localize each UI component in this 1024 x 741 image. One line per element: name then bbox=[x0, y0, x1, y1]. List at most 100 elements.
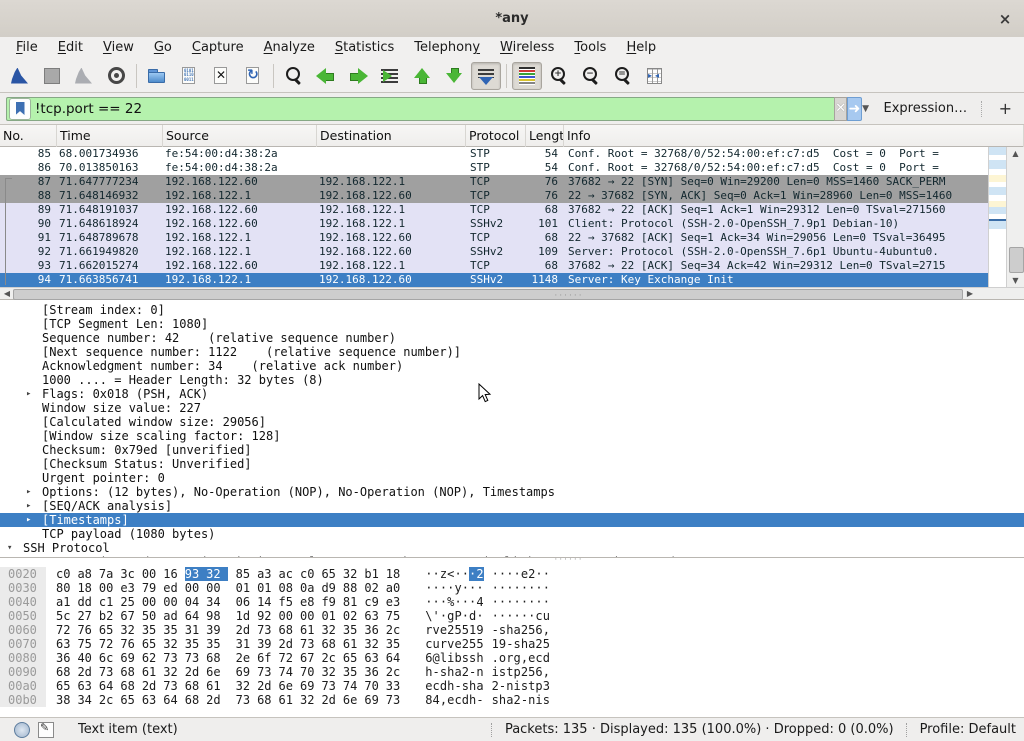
menu-analyze[interactable]: Analyze bbox=[254, 37, 325, 59]
capture-options-button[interactable] bbox=[101, 62, 131, 90]
open-file-button[interactable] bbox=[142, 62, 172, 90]
display-filter-input[interactable]: !tcp.port == 22 bbox=[6, 97, 834, 121]
hscroll-thumb[interactable] bbox=[13, 289, 963, 300]
go-back-button[interactable] bbox=[311, 62, 341, 90]
hex-row-00b0[interactable]: 00b038342c656364682d736861322d6e697384,e… bbox=[0, 693, 1024, 707]
packet-row-88[interactable]: 8871.648146932192.168.122.1192.168.122.6… bbox=[0, 189, 988, 203]
column-header-time[interactable]: Time bbox=[57, 125, 163, 147]
filter-clear-button[interactable]: ✕ bbox=[834, 97, 847, 121]
zoom-reset-button[interactable] bbox=[608, 62, 638, 90]
menu-file[interactable]: File bbox=[6, 37, 48, 59]
start-capture-button[interactable] bbox=[5, 62, 35, 90]
packet-minimap[interactable] bbox=[988, 147, 1006, 287]
expression-button[interactable]: Expression… bbox=[884, 101, 968, 116]
capture-comment-icon[interactable] bbox=[38, 722, 54, 738]
detail-line[interactable]: ▸Options: (12 bytes), No-Operation (NOP)… bbox=[0, 485, 1024, 499]
expert-info-icon[interactable] bbox=[14, 722, 30, 738]
hex-row-0070[interactable]: 0070637572766532353531392d7368613235curv… bbox=[0, 637, 1024, 651]
close-file-button[interactable] bbox=[206, 62, 236, 90]
detail-line[interactable]: ▸Flags: 0x018 (PSH, ACK) bbox=[0, 387, 1024, 401]
collapsed-icon[interactable]: ▸ bbox=[26, 555, 31, 558]
detail-line[interactable]: [Window size scaling factor: 128] bbox=[0, 429, 1024, 443]
pane-splitter-1[interactable]: ······ bbox=[552, 295, 586, 299]
title-bar[interactable]: *any × bbox=[0, 0, 1024, 38]
find-packet-button[interactable] bbox=[279, 62, 309, 90]
hex-row-0090[interactable]: 0090682d736861322d6e697374703235362ch-sh… bbox=[0, 665, 1024, 679]
detail-line[interactable]: [Next sequence number: 1122 (relative se… bbox=[0, 345, 1024, 359]
go-first-button[interactable] bbox=[407, 62, 437, 90]
detail-line[interactable]: TCP payload (1080 bytes) bbox=[0, 527, 1024, 541]
packet-row-93[interactable]: 9371.662015274192.168.122.60192.168.122.… bbox=[0, 259, 988, 273]
menu-statistics[interactable]: Statistics bbox=[325, 37, 404, 59]
vscroll-thumb[interactable] bbox=[1009, 247, 1024, 273]
packet-row-86[interactable]: 8670.013850163fe:54:00:d4:38:2aSTP54Conf… bbox=[0, 161, 988, 175]
status-profile[interactable]: Profile: Default bbox=[920, 722, 1016, 737]
menu-edit[interactable]: Edit bbox=[48, 37, 93, 59]
filter-bookmark-icon[interactable] bbox=[9, 98, 31, 120]
hex-row-0030[interactable]: 0030801800e379ed00000101080ad98802a0····… bbox=[0, 581, 1024, 595]
column-header-destination[interactable]: Destination bbox=[317, 125, 466, 147]
detail-line[interactable]: [Stream index: 0] bbox=[0, 303, 1024, 317]
detail-line[interactable]: [Calculated window size: 29056] bbox=[0, 415, 1024, 429]
packet-row-91[interactable]: 9171.648789678192.168.122.1192.168.122.6… bbox=[0, 231, 988, 245]
filter-history-dropdown-icon[interactable]: ▼ bbox=[862, 97, 870, 121]
packet-row-94[interactable]: 9471.663856741192.168.122.1192.168.122.6… bbox=[0, 273, 988, 287]
hex-row-0020[interactable]: 0020c0a87a3c0016933285a3acc06532b118··z<… bbox=[0, 567, 1024, 581]
packet-list-vscrollbar[interactable]: ▲ ▼ bbox=[1006, 147, 1024, 287]
menu-wireless[interactable]: Wireless bbox=[490, 37, 564, 59]
scroll-up-icon[interactable]: ▲ bbox=[1007, 147, 1024, 160]
filter-apply-button[interactable]: ➜ bbox=[847, 97, 861, 121]
go-forward-button[interactable] bbox=[343, 62, 373, 90]
go-to-packet-button[interactable] bbox=[375, 62, 405, 90]
packet-row-89[interactable]: 8971.648191037192.168.122.60192.168.122.… bbox=[0, 203, 988, 217]
detail-line[interactable]: ▸SSH Version 2 (encryption:chacha20-poly… bbox=[0, 555, 1024, 558]
collapsed-icon[interactable]: ▸ bbox=[26, 499, 31, 513]
packet-row-92[interactable]: 9271.661949820192.168.122.1192.168.122.6… bbox=[0, 245, 988, 259]
column-header-info[interactable]: Info bbox=[564, 125, 1024, 147]
collapsed-icon[interactable]: ▸ bbox=[26, 387, 31, 401]
detail-line[interactable]: ▸[SEQ/ACK analysis] bbox=[0, 499, 1024, 513]
column-header-no[interactable]: No. bbox=[0, 125, 57, 147]
auto-scroll-button[interactable] bbox=[471, 62, 501, 90]
packet-list-hscrollbar[interactable]: ◀ ▶ bbox=[0, 287, 1024, 300]
column-header-protocol[interactable]: Protocol bbox=[466, 125, 526, 147]
hex-row-0080[interactable]: 008036406c69627373682e6f72672c6563646@li… bbox=[0, 651, 1024, 665]
detail-line[interactable]: [TCP Segment Len: 1080] bbox=[0, 317, 1024, 331]
reload-file-button[interactable] bbox=[238, 62, 268, 90]
add-filter-button[interactable]: + bbox=[993, 99, 1018, 118]
detail-line[interactable]: Window size value: 227 bbox=[0, 401, 1024, 415]
menu-capture[interactable]: Capture bbox=[182, 37, 254, 59]
detail-line[interactable]: 1000 .... = Header Length: 32 bytes (8) bbox=[0, 373, 1024, 387]
hex-row-00a0[interactable]: 00a0656364682d736861322d6e6973747033ecdh… bbox=[0, 679, 1024, 693]
colorize-button[interactable] bbox=[512, 62, 542, 90]
hex-row-0040[interactable]: 0040a1ddc125000004340614f5e8f981c9e3···%… bbox=[0, 595, 1024, 609]
menu-help[interactable]: Help bbox=[616, 37, 666, 59]
detail-line[interactable]: Sequence number: 42 (relative sequence n… bbox=[0, 331, 1024, 345]
detail-line[interactable]: Urgent pointer: 0 bbox=[0, 471, 1024, 485]
collapsed-icon[interactable]: ▸ bbox=[26, 513, 31, 527]
detail-line[interactable]: [Checksum Status: Unverified] bbox=[0, 457, 1024, 471]
detail-line[interactable]: Checksum: 0x79ed [unverified] bbox=[0, 443, 1024, 457]
column-header-length[interactable]: Length bbox=[526, 125, 564, 147]
column-header-source[interactable]: Source bbox=[163, 125, 317, 147]
menu-go[interactable]: Go bbox=[144, 37, 182, 59]
close-icon[interactable]: × bbox=[994, 8, 1016, 30]
stop-capture-button[interactable] bbox=[37, 62, 67, 90]
packet-row-87[interactable]: 8771.647777234192.168.122.60192.168.122.… bbox=[0, 175, 988, 189]
hex-row-0050[interactable]: 00505c27b26750ad64981d92000001026375\'·g… bbox=[0, 609, 1024, 623]
menu-view[interactable]: View bbox=[93, 37, 144, 59]
menu-telephony[interactable]: Telephony bbox=[404, 37, 490, 59]
detail-line[interactable]: ▸[Timestamps] bbox=[0, 513, 1024, 527]
zoom-in-button[interactable] bbox=[544, 62, 574, 90]
detail-line[interactable]: ▾SSH Protocol bbox=[0, 541, 1024, 555]
collapsed-icon[interactable]: ▸ bbox=[26, 485, 31, 499]
scroll-down-icon[interactable]: ▼ bbox=[1007, 274, 1024, 287]
expanded-icon[interactable]: ▾ bbox=[7, 541, 12, 555]
detail-line[interactable]: Acknowledgment number: 34 (relative ack … bbox=[0, 359, 1024, 373]
save-file-button[interactable] bbox=[174, 62, 204, 90]
packet-row-85[interactable]: 8568.001734936fe:54:00:d4:38:2aSTP54Conf… bbox=[0, 147, 988, 161]
menu-tools[interactable]: Tools bbox=[564, 37, 616, 59]
restart-capture-button[interactable] bbox=[69, 62, 99, 90]
zoom-out-button[interactable] bbox=[576, 62, 606, 90]
resize-columns-button[interactable] bbox=[640, 62, 670, 90]
